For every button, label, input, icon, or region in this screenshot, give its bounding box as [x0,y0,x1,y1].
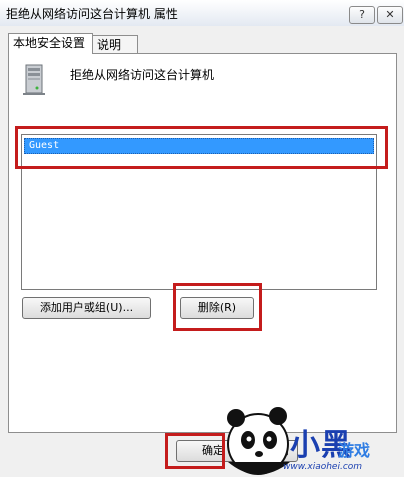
user-list[interactable]: Guest [21,134,377,290]
title-bar: 拒绝从网络访问这台计算机 属性 ? ✕ [0,0,404,26]
policy-title: 拒绝从网络访问这台计算机 [70,68,215,82]
tab-local-security-setting[interactable]: 本地安全设置 [8,33,93,54]
close-button[interactable]: ✕ [377,6,403,24]
add-user-or-group-button[interactable]: 添加用户或组(U)... [22,297,151,319]
watermark-url: www.xiaohei.com [283,462,363,472]
help-button[interactable]: ? [349,6,375,24]
server-icon [23,64,45,95]
window-title: 拒绝从网络访问这台计算机 属性 [6,7,178,21]
watermark-suffix: 游戏 [338,441,371,460]
tab-explain[interactable]: 说明 [92,35,138,54]
list-item-guest[interactable]: Guest [24,138,374,154]
remove-button[interactable]: 删除(R) [180,297,254,319]
